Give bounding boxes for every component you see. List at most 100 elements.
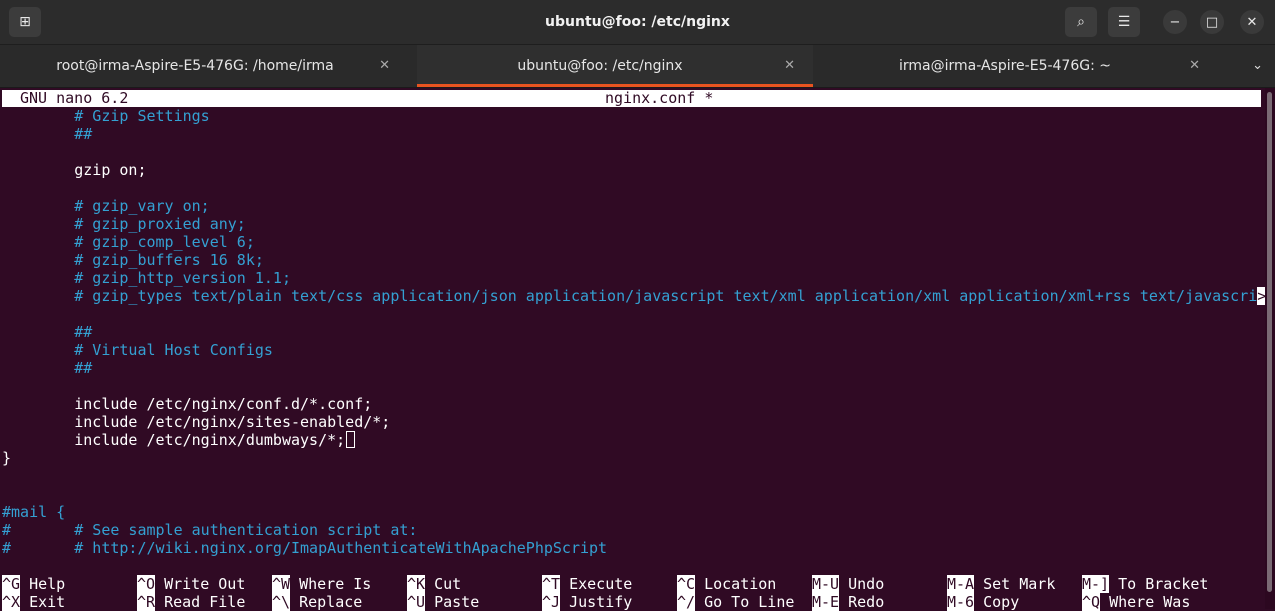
code-line: ## xyxy=(2,359,93,377)
code-line: # Gzip Settings xyxy=(2,107,210,125)
tab-root-home-irma[interactable]: root@irma-Aspire-E5-476G: /home/irma ✕ xyxy=(12,45,408,87)
shortcut-label: Paste xyxy=(434,593,480,611)
maximize-button[interactable]: □ xyxy=(1200,10,1224,34)
shortcut-paste[interactable]: ^U Paste xyxy=(407,593,479,611)
shortcut-key: ^G xyxy=(2,575,21,593)
shortcut-label: Cut xyxy=(434,575,462,593)
shortcut-key: M-] xyxy=(1082,575,1110,593)
terminal-area[interactable]: GNU nano 6.2 nginx.conf * # Gzip Setting… xyxy=(0,88,1267,611)
code-line: #mail { xyxy=(2,503,66,521)
shortcut-label: Replace xyxy=(299,593,363,611)
code-line-with-cursor: include /etc/nginx/dumbways/*; xyxy=(2,431,356,449)
code-line: # # http://wiki.nginx.org/ImapAuthentica… xyxy=(2,539,608,557)
shortcut-key: M-6 xyxy=(947,593,975,611)
shortcut-write-out[interactable]: ^O Write Out xyxy=(137,575,245,593)
shortcut-key: ^U xyxy=(407,593,426,611)
title-bar: ⊞ ubuntu@foo: /etc/nginx ⌕ ☰ − □ ✕ xyxy=(0,0,1275,45)
code-line: # gzip_comp_level 6; xyxy=(2,233,255,251)
nano-header: GNU nano 6.2 nginx.conf * xyxy=(2,90,1261,107)
shortcut-key: M-A xyxy=(947,575,975,593)
code-line: ## xyxy=(2,125,93,143)
nano-version: GNU nano 6.2 xyxy=(20,89,129,107)
hamburger-menu-button[interactable]: ☰ xyxy=(1108,7,1140,37)
shortcut-copy[interactable]: M-6 Copy xyxy=(947,593,1019,611)
shortcut-to-bracket[interactable]: M-] To Bracket xyxy=(1082,575,1208,593)
shortcut-key: ^K xyxy=(407,575,426,593)
text-cursor xyxy=(346,431,356,448)
tab-list-chevron-down-icon[interactable]: ⌄ xyxy=(1252,45,1263,87)
terminal-scrollbar[interactable] xyxy=(1265,88,1275,609)
code-line: # Virtual Host Configs xyxy=(2,341,273,359)
shortcut-label: Where Is xyxy=(299,575,372,593)
shortcut-label: Where Was xyxy=(1109,593,1191,611)
code-line: gzip on; xyxy=(2,161,147,179)
scrollbar-thumb[interactable] xyxy=(1267,92,1272,592)
shortcut-label: Justify xyxy=(569,593,633,611)
shortcut-justify[interactable]: ^J Justify xyxy=(542,593,632,611)
shortcut-label: Read File xyxy=(164,593,246,611)
shortcut-read-file[interactable]: ^R Read File xyxy=(137,593,245,611)
shortcut-label: Help xyxy=(29,575,66,593)
shortcut-execute[interactable]: ^T Execute xyxy=(542,575,632,593)
shortcut-where-is[interactable]: ^W Where Is xyxy=(272,575,371,593)
tab-label: ubuntu@foo: /etc/nginx xyxy=(517,58,683,74)
close-icon: ✕ xyxy=(1246,14,1258,30)
shortcut-key: ^Q xyxy=(1082,593,1101,611)
search-button[interactable]: ⌕ xyxy=(1065,7,1097,37)
shortcut-label: Redo xyxy=(848,593,885,611)
shortcut-label: Go To Line xyxy=(704,593,795,611)
tab-close-icon[interactable]: ✕ xyxy=(379,45,390,87)
shortcut-key: ^X xyxy=(2,593,21,611)
shortcut-key: ^/ xyxy=(677,593,696,611)
close-button[interactable]: ✕ xyxy=(1240,10,1264,34)
shortcut-go-to-line[interactable]: ^/ Go To Line xyxy=(677,593,794,611)
shortcut-label: Write Out xyxy=(164,575,246,593)
new-tab-button[interactable]: ⊞ xyxy=(9,7,41,37)
code-line: # gzip_vary on; xyxy=(2,197,210,215)
shortcut-key: ^J xyxy=(542,593,561,611)
code-line: } xyxy=(2,449,12,467)
shortcut-where-was[interactable]: ^Q Where Was xyxy=(1082,593,1190,611)
code-line-text: include /etc/nginx/dumbways/*; xyxy=(2,431,346,449)
tab-close-icon[interactable]: ✕ xyxy=(1189,45,1200,87)
shortcut-replace[interactable]: ^\ Replace xyxy=(272,593,362,611)
shortcut-undo[interactable]: M-U Undo xyxy=(812,575,884,593)
shortcut-set-mark[interactable]: M-A Set Mark xyxy=(947,575,1055,593)
shortcut-key: M-E xyxy=(812,593,840,611)
shortcut-key: ^C xyxy=(677,575,696,593)
shortcut-key: ^O xyxy=(137,575,156,593)
minimize-icon: − xyxy=(1169,14,1181,30)
nano-filename: nginx.conf * xyxy=(605,89,714,107)
new-tab-icon: ⊞ xyxy=(19,14,31,30)
code-line: include /etc/nginx/conf.d/*.conf; xyxy=(2,395,373,413)
tab-label: root@irma-Aspire-E5-476G: /home/irma xyxy=(56,58,334,74)
shortcut-key: ^R xyxy=(137,593,156,611)
shortcut-cut[interactable]: ^K Cut xyxy=(407,575,461,593)
shortcut-help[interactable]: ^G Help xyxy=(2,575,65,593)
tab-irma-home[interactable]: irma@irma-Aspire-E5-476G: ~ ✕ xyxy=(822,45,1218,87)
code-line: # gzip_proxied any; xyxy=(2,215,246,233)
shortcut-redo[interactable]: M-E Redo xyxy=(812,593,884,611)
tab-close-icon[interactable]: ✕ xyxy=(784,45,795,87)
code-line-truncated: # gzip_types text/plain text/css applica… xyxy=(2,287,1267,305)
code-line: # gzip_http_version 1.1; xyxy=(2,269,291,287)
code-line: # # See sample authentication script at: xyxy=(2,521,418,539)
shortcut-label: To Bracket xyxy=(1118,575,1209,593)
menu-icon: ☰ xyxy=(1117,14,1131,30)
shortcut-label: Exit xyxy=(29,593,66,611)
shortcut-label: Undo xyxy=(848,575,885,593)
shortcut-label: Execute xyxy=(569,575,633,593)
shortcut-label: Set Mark xyxy=(983,575,1056,593)
tab-label: irma@irma-Aspire-E5-476G: ~ xyxy=(898,58,1111,74)
tab-ubuntu-foo-nginx[interactable]: ubuntu@foo: /etc/nginx ✕ xyxy=(417,45,813,87)
search-icon: ⌕ xyxy=(1077,14,1085,30)
shortcut-key: M-U xyxy=(812,575,840,593)
shortcut-label: Copy xyxy=(983,593,1020,611)
shortcut-exit[interactable]: ^X Exit xyxy=(2,593,65,611)
code-line: ## xyxy=(2,323,93,341)
code-line: include /etc/nginx/sites-enabled/*; xyxy=(2,413,391,431)
shortcut-location[interactable]: ^C Location xyxy=(677,575,776,593)
tab-bar: root@irma-Aspire-E5-476G: /home/irma ✕ u… xyxy=(0,45,1275,88)
code-line: # gzip_buffers 16 8k; xyxy=(2,251,264,269)
minimize-button[interactable]: − xyxy=(1163,10,1187,34)
